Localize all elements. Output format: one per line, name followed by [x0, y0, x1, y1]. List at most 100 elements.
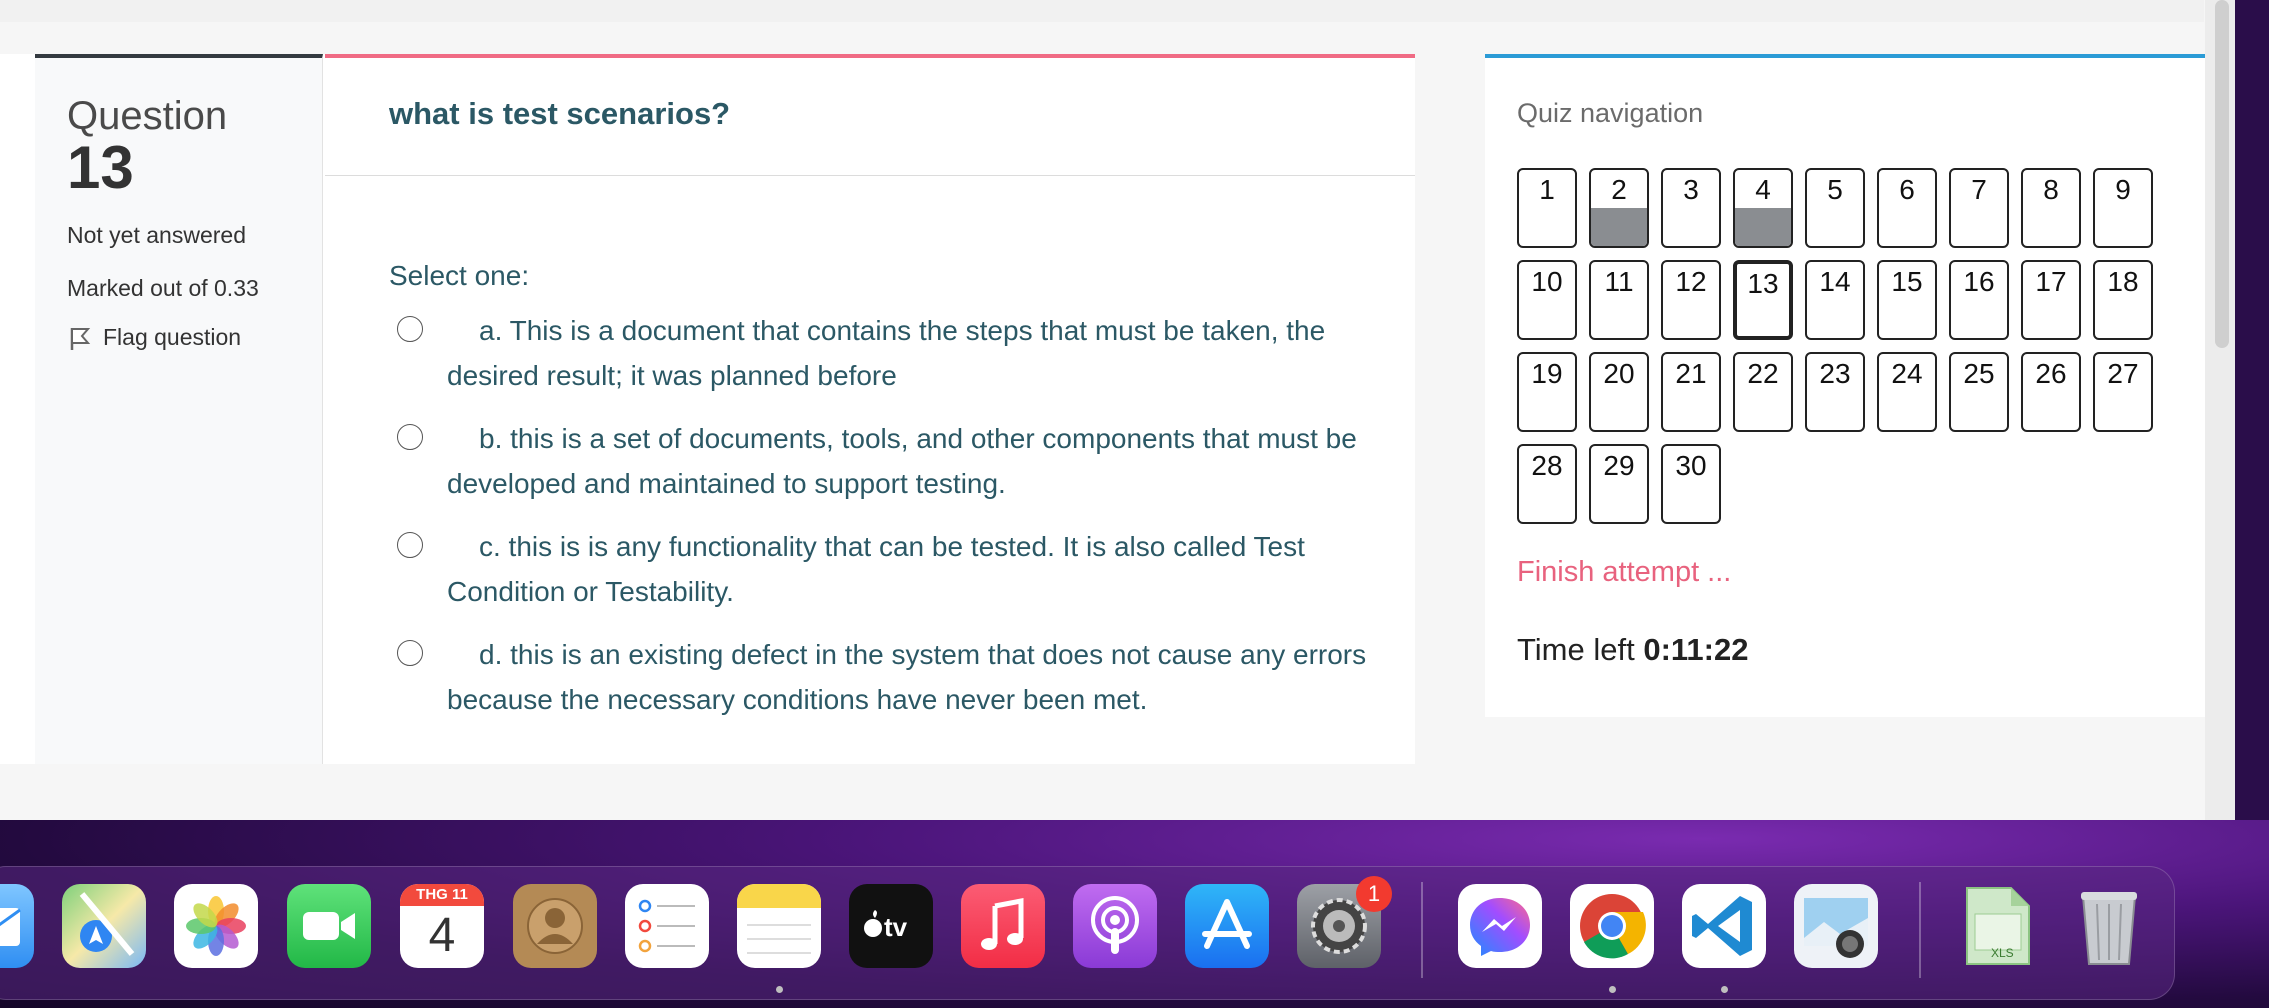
quiz-nav-button-9[interactable]: 9 — [2093, 168, 2153, 248]
quiz-navigation-panel: Quiz navigation 1 2 3 4 5 6 7 8 9 10 11 12 13 14 15 16 1… — [1485, 54, 2205, 717]
radio-button-a[interactable] — [397, 316, 423, 342]
quiz-nav-button-11[interactable]: 11 — [1589, 260, 1649, 340]
quiz-nav-button-10[interactable]: 10 — [1517, 260, 1577, 340]
chrome-icon[interactable] — [1570, 884, 1654, 968]
quiz-nav-button-29[interactable]: 29 — [1589, 444, 1649, 524]
running-indicator — [1721, 986, 1728, 993]
facetime-icon[interactable] — [287, 884, 371, 968]
question-info-panel: Question 13 Not yet answered Marked out … — [35, 54, 323, 764]
quiz-nav-button-18[interactable]: 18 — [2093, 260, 2153, 340]
quiz-nav-number: 1 — [1539, 174, 1555, 205]
scrollbar-track[interactable] — [2205, 0, 2235, 820]
radio-button-d[interactable] — [397, 640, 423, 666]
quiz-nav-button-12[interactable]: 12 — [1661, 260, 1721, 340]
quiz-nav-button-20[interactable]: 20 — [1589, 352, 1649, 432]
xls-file-icon[interactable]: XLS — [1955, 884, 2039, 968]
contacts-icon[interactable] — [513, 884, 597, 968]
quiz-nav-number: 14 — [1819, 266, 1851, 297]
quiz-nav-button-28[interactable]: 28 — [1517, 444, 1577, 524]
question-text: what is test scenarios? — [389, 96, 731, 131]
scrollbar-thumb[interactable] — [2215, 0, 2229, 348]
quiz-nav-button-1[interactable]: 1 — [1517, 168, 1577, 248]
quiz-nav-button-6[interactable]: 6 — [1877, 168, 1937, 248]
answer-option-a[interactable]: a. This is a document that contains the … — [397, 308, 1377, 398]
question-label: Question — [67, 94, 228, 138]
answer-option-d[interactable]: d. this is an existing defect in the sys… — [397, 632, 1377, 722]
quiz-nav-button-8[interactable]: 8 — [2021, 168, 2081, 248]
quiz-nav-button-14[interactable]: 14 — [1805, 260, 1865, 340]
quiz-nav-number: 5 — [1827, 174, 1843, 205]
question-text-area: what is test scenarios? — [325, 58, 1415, 176]
podcasts-icon[interactable] — [1073, 884, 1157, 968]
quiz-nav-number: 8 — [2043, 174, 2059, 205]
svg-text:tv: tv — [884, 912, 908, 942]
mail-icon[interactable] — [0, 884, 34, 968]
quiz-nav-button-4[interactable]: 4 — [1733, 168, 1793, 248]
quiz-nav-number: 7 — [1971, 174, 1987, 205]
flag-question-button[interactable]: Flag question — [67, 324, 241, 351]
calendar-icon[interactable]: THG 11 4 — [400, 884, 484, 968]
quiz-nav-button-13[interactable]: 13 — [1733, 260, 1793, 340]
quiz-nav-button-23[interactable]: 23 — [1805, 352, 1865, 432]
running-indicator — [776, 986, 783, 993]
quiz-nav-number: 13 — [1747, 268, 1779, 299]
maps-icon[interactable] — [62, 884, 146, 968]
music-icon[interactable] — [961, 884, 1045, 968]
notes-icon[interactable] — [737, 884, 821, 968]
app-store-icon[interactable] — [1185, 884, 1269, 968]
quiz-nav-number: 29 — [1603, 450, 1635, 481]
quiz-nav-button-24[interactable]: 24 — [1877, 352, 1937, 432]
preview-icon[interactable] — [1794, 884, 1878, 968]
page-header-strip — [0, 0, 2204, 22]
flag-icon — [70, 327, 91, 350]
quiz-nav-button-17[interactable]: 17 — [2021, 260, 2081, 340]
quiz-nav-number: 22 — [1747, 358, 1779, 389]
quiz-nav-number: 30 — [1675, 450, 1707, 481]
quiz-nav-number: 6 — [1899, 174, 1915, 205]
answer-option-a-text: a. This is a document that contains the … — [447, 315, 1326, 391]
vscode-icon[interactable] — [1682, 884, 1766, 968]
marked-out-of: Marked out of 0.33 — [67, 275, 259, 301]
quiz-nav-button-22[interactable]: 22 — [1733, 352, 1793, 432]
quiz-nav-button-5[interactable]: 5 — [1805, 168, 1865, 248]
quiz-nav-number: 16 — [1963, 266, 1995, 297]
answered-indicator — [1735, 208, 1791, 246]
finish-attempt-link[interactable]: Finish attempt ... — [1517, 556, 1731, 589]
quiz-nav-button-3[interactable]: 3 — [1661, 168, 1721, 248]
quiz-nav-number: 11 — [1604, 266, 1634, 297]
select-one-prompt: Select one: — [389, 260, 530, 291]
reminders-icon[interactable] — [625, 884, 709, 968]
answer-option-b[interactable]: b. this is a set of documents, tools, an… — [397, 416, 1377, 506]
quiz-nav-button-16[interactable]: 16 — [1949, 260, 2009, 340]
browser-page: Question 13 Not yet answered Marked out … — [0, 0, 2235, 820]
quiz-nav-number: 24 — [1891, 358, 1923, 389]
answer-option-d-text: d. this is an existing defect in the sys… — [447, 639, 1367, 715]
quiz-nav-button-21[interactable]: 21 — [1661, 352, 1721, 432]
quiz-nav-button-26[interactable]: 26 — [2021, 352, 2081, 432]
quiz-nav-button-25[interactable]: 25 — [1949, 352, 2009, 432]
answer-option-c[interactable]: c. this is is any functionality that can… — [397, 524, 1377, 614]
quiz-nav-button-30[interactable]: 30 — [1661, 444, 1721, 524]
radio-button-c[interactable] — [397, 532, 423, 558]
flag-question-label: Flag question — [103, 324, 242, 350]
trash-icon[interactable] — [2067, 884, 2151, 968]
quiz-nav-number: 3 — [1683, 174, 1699, 205]
question-body: what is test scenarios? Select one: a. T… — [325, 54, 1415, 764]
quiz-nav-number: 17 — [2035, 266, 2067, 297]
quiz-nav-button-15[interactable]: 15 — [1877, 260, 1937, 340]
quiz-nav-button-27[interactable]: 27 — [2093, 352, 2153, 432]
quiz-nav-number: 9 — [2115, 174, 2131, 205]
quiz-nav-number: 25 — [1963, 358, 1995, 389]
photos-icon[interactable] — [174, 884, 258, 968]
apple-tv-icon[interactable]: tv — [849, 884, 933, 968]
messenger-icon[interactable] — [1458, 884, 1542, 968]
quiz-nav-button-7[interactable]: 7 — [1949, 168, 2009, 248]
question-number: 13 — [67, 134, 134, 201]
quiz-nav-button-2[interactable]: 2 — [1589, 168, 1649, 248]
dock-separator — [1421, 882, 1423, 978]
radio-button-b[interactable] — [397, 424, 423, 450]
quiz-nav-button-19[interactable]: 19 — [1517, 352, 1577, 432]
answer-option-b-text: b. this is a set of documents, tools, an… — [447, 423, 1357, 499]
quiz-nav-number: 23 — [1819, 358, 1851, 389]
xls-file-label: XLS — [1991, 946, 2014, 960]
